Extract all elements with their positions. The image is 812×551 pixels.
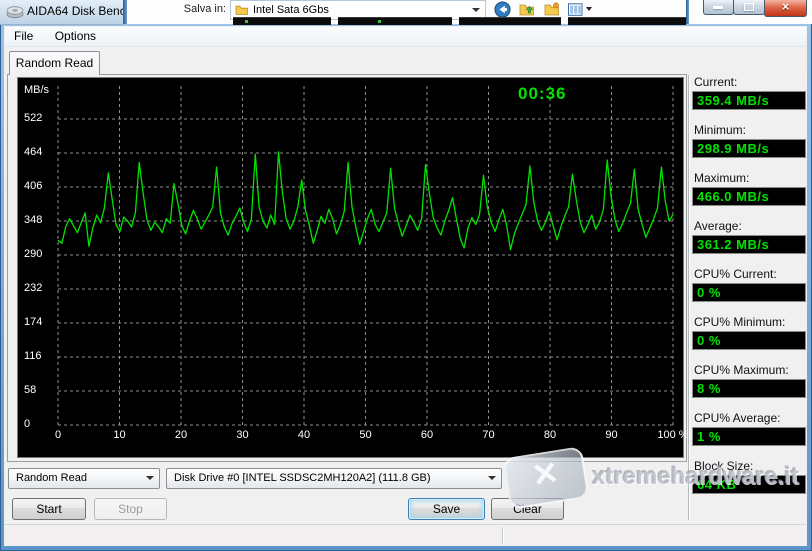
stat-label-cpu-maximum: CPU% Maximum:	[694, 363, 789, 377]
x-axis-tick: 20	[174, 429, 188, 441]
x-axis-tick: 0	[54, 429, 62, 441]
maximize-button[interactable]	[733, 0, 765, 15]
stat-value-minimum: 298.9 MB/s	[692, 139, 806, 158]
dialog-right-border	[686, 0, 689, 24]
x-axis-tick: 50	[359, 429, 372, 441]
file-thumbnail[interactable]	[338, 17, 452, 25]
aida-titlebar-fragment: AIDA64 Disk Bench	[0, 0, 123, 25]
start-button[interactable]: Start	[12, 498, 86, 520]
x-axis-tick: 40	[297, 429, 311, 441]
close-icon: ×	[781, 0, 790, 14]
stat-value-cpu-current: 0 %	[692, 283, 806, 302]
stat-label-cpu-current: CPU% Current:	[694, 267, 777, 281]
save-in-label: Salva in:	[183, 3, 226, 15]
stat-value-average: 361.2 MB/s	[692, 235, 806, 254]
y-axis-tick: 348	[24, 214, 43, 226]
minimize-button[interactable]	[703, 0, 734, 15]
file-thumbnail[interactable]	[568, 17, 686, 25]
x-axis-tick: 70	[482, 429, 495, 441]
stat-value-cpu-minimum: 0 %	[692, 331, 806, 350]
chart-svg	[57, 86, 674, 426]
test-type-dropdown[interactable]: Random Read	[8, 468, 160, 489]
sidebar-divider	[688, 75, 690, 520]
new-folder-icon[interactable]	[544, 2, 560, 16]
tab-random-read[interactable]: Random Read	[9, 51, 100, 75]
x-axis-tick: 80	[543, 429, 557, 441]
x-axis-tick: 90	[605, 429, 618, 441]
save-location-value: Intel Sata 6Gbs	[253, 4, 329, 16]
stop-button[interactable]: Stop	[94, 498, 167, 520]
chevron-down-icon	[472, 8, 480, 12]
stat-value-current: 359.4 MB/s	[692, 91, 806, 110]
file-thumbnail[interactable]	[459, 17, 561, 25]
views-icon[interactable]	[568, 3, 583, 16]
x-axis-tick: 60	[420, 429, 434, 441]
background-windows-strip: AIDA64 Disk Bench Salva in: Intel Sata 6…	[0, 0, 812, 25]
chevron-down-icon	[146, 476, 154, 480]
stat-label-maximum: Maximum:	[694, 171, 750, 185]
x-axis-tick: 10	[113, 429, 126, 441]
tab-label: Random Read	[15, 56, 94, 70]
minimize-icon	[713, 6, 723, 9]
elapsed-time: 00:36	[518, 84, 567, 103]
stat-label-cpu-minimum: CPU% Minimum:	[694, 315, 786, 329]
status-bar	[5, 524, 806, 546]
drive-value: Disk Drive #0 [INTEL SSDSC2MH120A2] (111…	[174, 472, 431, 484]
screen: AIDA64 Disk Bench Salva in: Intel Sata 6…	[0, 0, 812, 551]
disk-icon	[6, 6, 24, 19]
watermark-text: xtremehardware.it	[592, 463, 799, 490]
y-axis-tick: 232	[24, 282, 43, 294]
stat-label-cpu-average: CPU% Average:	[694, 411, 781, 425]
folder-up-icon[interactable]	[519, 2, 535, 16]
y-axis-tick: 406	[24, 180, 43, 192]
y-axis-tick: 464	[24, 146, 43, 158]
save-button[interactable]: Save	[408, 498, 485, 520]
test-type-value: Random Read	[16, 472, 87, 484]
thumbnail-speck	[378, 20, 381, 23]
thumbnail-speck	[245, 20, 248, 23]
file-thumbnail[interactable]	[233, 17, 331, 25]
y-axis-tick: 522	[24, 112, 43, 124]
maximize-icon	[744, 3, 754, 11]
y-axis-tick: 290	[24, 248, 43, 260]
views-menu-arrow-icon[interactable]	[586, 7, 592, 11]
folder-icon	[235, 5, 248, 15]
status-bar-divider	[502, 527, 504, 544]
watermark-x-icon: ✕	[529, 454, 562, 494]
dialog-left-border	[123, 0, 127, 24]
back-icon[interactable]	[494, 1, 511, 18]
chevron-down-icon	[488, 476, 496, 480]
y-axis-unit: MB/s	[24, 84, 50, 96]
menu-bar: File Options	[5, 27, 806, 47]
y-axis-tick: 174	[24, 316, 43, 328]
chart-panel: MB/s 00:36 522 464 406 348 290 232 174 116 58 0 0 1…	[17, 77, 689, 458]
stat-label-minimum: Minimum:	[694, 123, 747, 137]
y-axis-tick: 58	[24, 384, 37, 396]
x-axis-tick: 30	[236, 429, 249, 441]
menu-file[interactable]: File	[5, 27, 42, 43]
stat-value-maximum: 466.0 MB/s	[692, 187, 806, 206]
menu-options[interactable]: Options	[46, 27, 105, 43]
stat-label-average: Average:	[694, 219, 742, 233]
drive-dropdown[interactable]: Disk Drive #0 [INTEL SSDSC2MH120A2] (111…	[166, 468, 502, 489]
stat-label-current: Current:	[694, 75, 738, 89]
y-axis-tick: 116	[24, 350, 42, 362]
stat-value-cpu-average: 1 %	[692, 427, 806, 446]
stat-value-cpu-maximum: 8 %	[692, 379, 806, 398]
close-button[interactable]: ×	[764, 0, 807, 17]
background-window-title: AIDA64 Disk Bench	[27, 4, 123, 18]
